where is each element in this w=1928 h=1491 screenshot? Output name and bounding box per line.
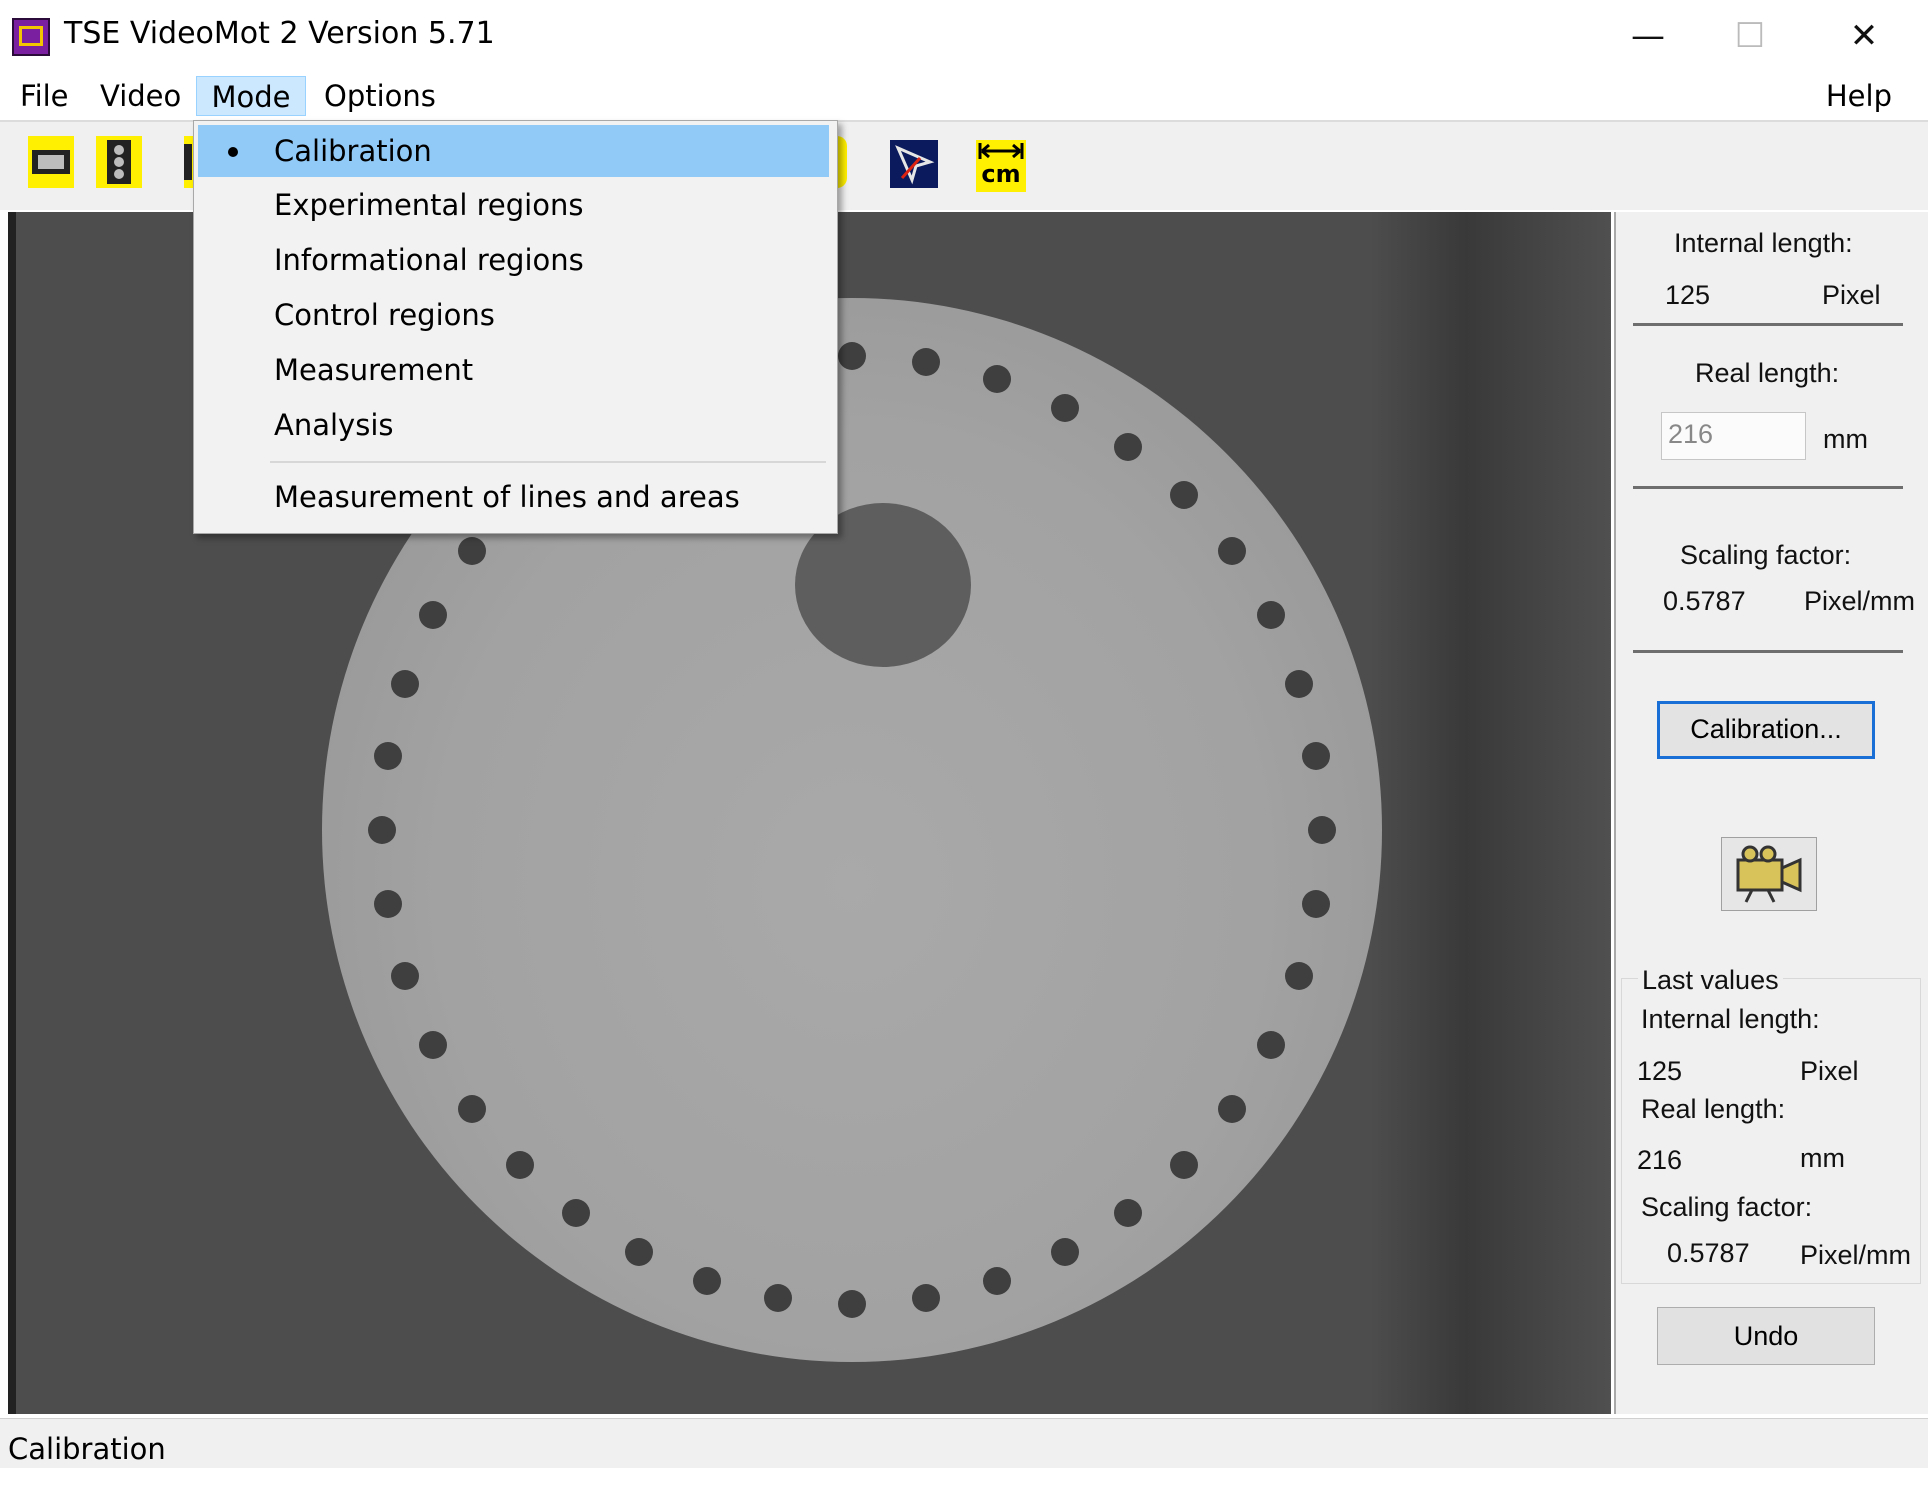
plate-hole (983, 365, 1012, 394)
cm-label: cm (981, 160, 1021, 188)
menu-item-informational-regions[interactable]: Informational regions (198, 234, 829, 286)
menu-item-analysis[interactable]: Analysis (198, 399, 829, 451)
calibration-button[interactable]: Calibration... (1657, 701, 1875, 759)
plate-hole (1051, 1238, 1080, 1267)
plate-hole (911, 347, 940, 376)
last-internal-length-value: 125 (1637, 1056, 1683, 1086)
plate-hole (419, 1031, 448, 1060)
last-scaling-factor-value: 0.5787 (1667, 1238, 1750, 1268)
plate-hole (419, 600, 448, 629)
plate-hole (1218, 537, 1247, 566)
plate-hole (838, 342, 866, 370)
plate-hole (1308, 816, 1336, 844)
menu-item-experimental-regions[interactable]: Experimental regions (198, 179, 829, 231)
video-strip-icon[interactable] (28, 136, 74, 188)
plate-hole (983, 1266, 1012, 1295)
plate-hole (457, 537, 486, 566)
status-bar (0, 1418, 1928, 1468)
plate-hole (1170, 1151, 1199, 1180)
plate-hole (1302, 890, 1331, 919)
close-button[interactable]: ✕ (1834, 14, 1894, 58)
plate-hole (373, 741, 402, 770)
camera-icon[interactable] (1721, 837, 1817, 911)
cursor-arrow-icon[interactable] (890, 140, 938, 188)
separator (1633, 323, 1903, 326)
status-text: Calibration (8, 1432, 166, 1466)
real-length-input[interactable]: 216 (1661, 412, 1806, 460)
app-icon[interactable] (12, 18, 50, 56)
plate-hole (391, 669, 419, 698)
plate-hole (838, 1290, 866, 1318)
plate-hole (391, 962, 419, 991)
cage-shadow (1370, 212, 1611, 1414)
plate-hole (1114, 432, 1143, 461)
plate-hole (1284, 962, 1313, 991)
plate-hole (624, 1238, 653, 1267)
plate-hole (1256, 1031, 1285, 1060)
menu-separator (270, 461, 826, 463)
undo-button[interactable]: Undo (1657, 1307, 1875, 1365)
plate-hole (368, 816, 396, 844)
plate-hole (505, 1151, 534, 1180)
plate-hole (911, 1284, 940, 1313)
last-scaling-factor-unit: Pixel/mm (1800, 1240, 1912, 1270)
internal-length-label: Internal length: (1674, 228, 1853, 258)
plate-hole (692, 1266, 721, 1295)
last-internal-length-unit: Pixel (1800, 1056, 1859, 1086)
plate-hole (1284, 669, 1313, 698)
menu-help[interactable]: Help (1816, 76, 1902, 116)
last-real-length-label: Real length: (1641, 1094, 1786, 1124)
internal-length-value: 125 (1665, 280, 1711, 310)
length-cm-icon[interactable]: cm (976, 140, 1026, 192)
menu-video[interactable]: Video (90, 76, 191, 116)
plate-hole (561, 1199, 590, 1228)
scaling-factor-label: Scaling factor: (1680, 540, 1852, 570)
separator (1633, 650, 1903, 653)
plate-hole (457, 1094, 486, 1123)
traffic-light-icon[interactable] (96, 136, 142, 188)
real-length-unit: mm (1823, 424, 1868, 454)
menu-item-control-regions[interactable]: Control regions (198, 289, 829, 341)
menu-item-measurement[interactable]: Measurement (198, 344, 829, 396)
minimize-button[interactable]: — (1618, 14, 1678, 58)
menu-item-label: Calibration (274, 134, 432, 168)
checked-bullet-icon (228, 147, 238, 157)
plate-hole (1256, 600, 1285, 629)
scaling-factor-unit: Pixel/mm (1804, 586, 1916, 616)
maximize-button[interactable]: ☐ (1720, 14, 1780, 58)
last-values-title: Last values (1638, 965, 1783, 996)
menu-mode[interactable]: Mode (196, 76, 306, 116)
mode-dropdown-menu: Calibration Experimental regions Informa… (193, 120, 838, 534)
separator (1633, 486, 1903, 489)
video-border (8, 212, 16, 1414)
last-internal-length-label: Internal length: (1641, 1004, 1820, 1034)
last-scaling-factor-label: Scaling factor: (1641, 1192, 1813, 1222)
plate-hole (1170, 480, 1199, 509)
last-real-length-value: 216 (1637, 1145, 1683, 1175)
menu-item-measurement-lines-areas[interactable]: Measurement of lines and areas (198, 471, 829, 523)
internal-length-unit: Pixel (1822, 280, 1881, 310)
plate-hole (373, 890, 402, 919)
menu-item-calibration[interactable]: Calibration (198, 125, 829, 177)
plate-hole (764, 1284, 793, 1313)
plate-hole (1218, 1094, 1247, 1123)
plate-hole (1302, 741, 1331, 770)
menu-options[interactable]: Options (314, 76, 446, 116)
window-title: TSE VideoMot 2 Version 5.71 (64, 16, 495, 51)
menu-file[interactable]: File (10, 76, 79, 116)
last-real-length-unit: mm (1800, 1143, 1845, 1173)
scaling-factor-value: 0.5787 (1663, 586, 1746, 616)
real-length-label: Real length: (1695, 358, 1840, 388)
plate-hole (1114, 1199, 1143, 1228)
plate-hole (1051, 393, 1080, 422)
